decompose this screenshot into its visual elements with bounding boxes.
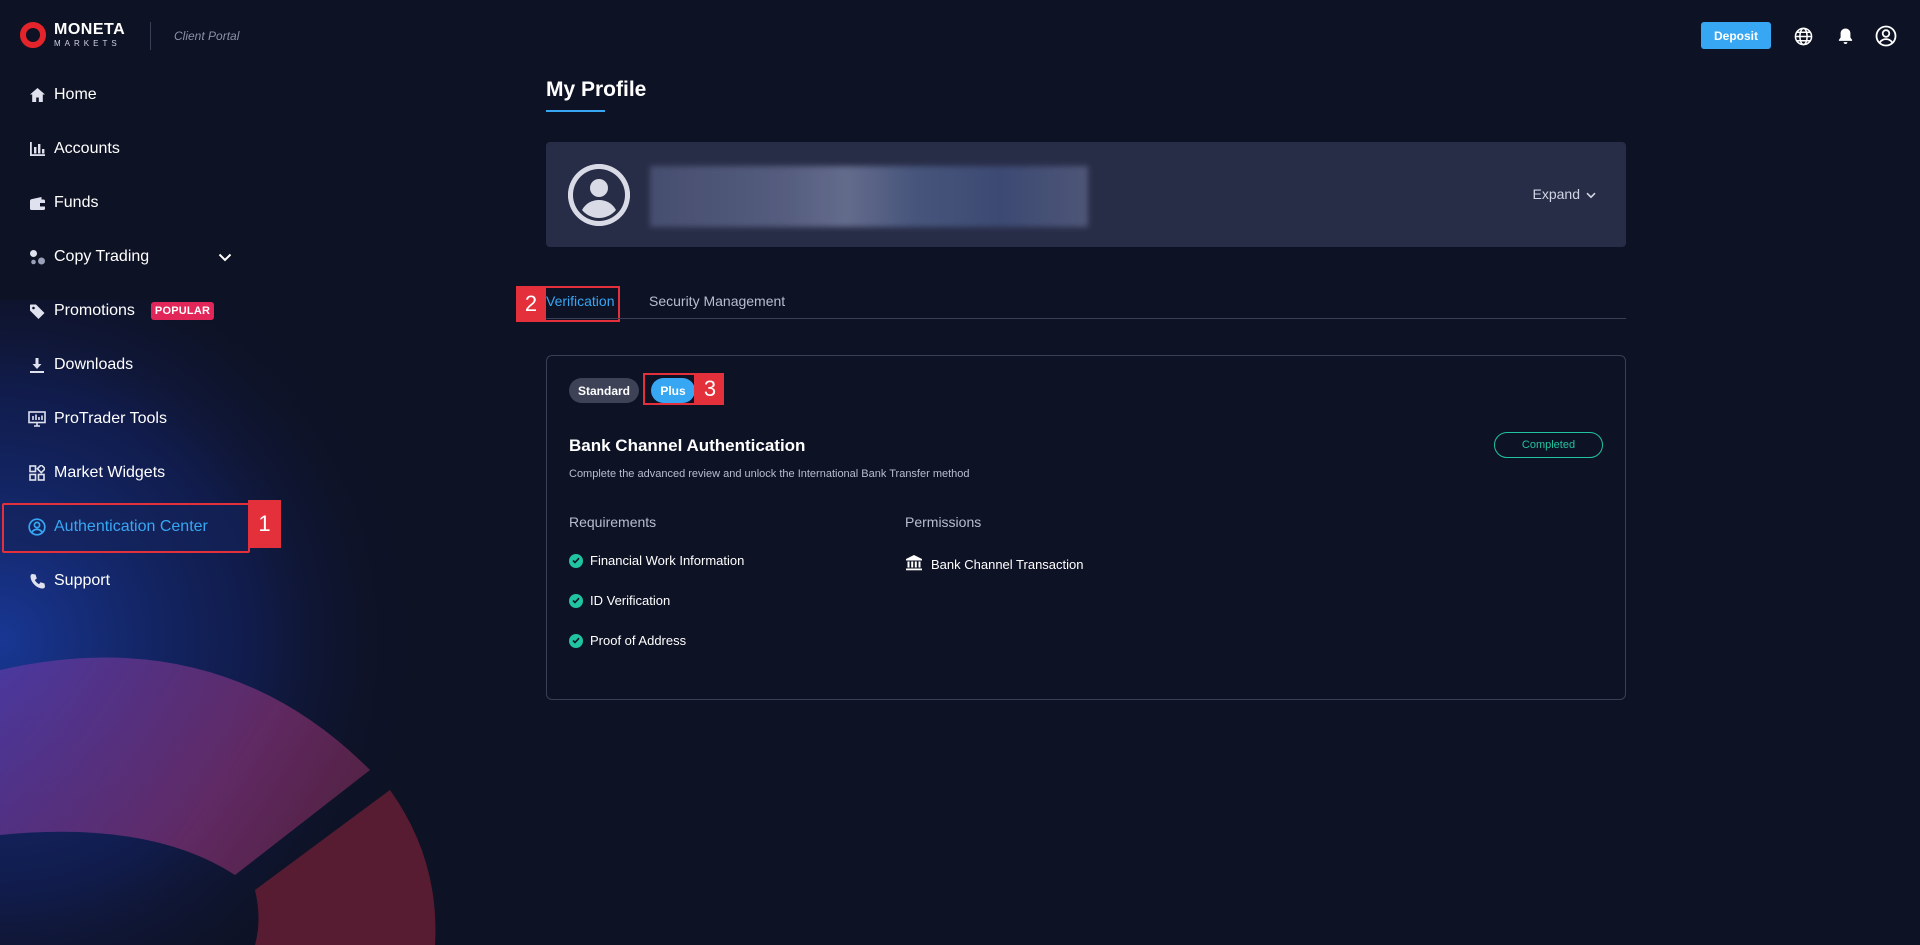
auth-description: Complete the advanced review and unlock … [569, 468, 970, 480]
sidebar-item-label: Accounts [54, 140, 120, 157]
profile-tabs: Verification Security Management [546, 286, 1626, 319]
avatar [568, 164, 630, 226]
sidebar-item-label: Support [54, 572, 111, 589]
copy-trading-icon [28, 248, 46, 266]
sidebar-item-label: Funds [54, 194, 99, 211]
tab-security-management[interactable]: Security Management [649, 293, 785, 309]
logo-mark-icon [20, 22, 46, 48]
requirement-item: Financial Work Information [569, 553, 744, 568]
requirement-item: ID Verification [569, 593, 670, 608]
bar-chart-icon [28, 140, 46, 158]
profile-card: Expand [546, 142, 1626, 247]
permissions-heading: Permissions [905, 514, 982, 530]
sidebar-item-label: Promotions [54, 302, 135, 319]
requirement-item: Proof of Address [569, 633, 686, 648]
requirement-label: ID Verification [590, 593, 671, 608]
sidebar-item-promotions[interactable]: Promotions POPULAR [0, 284, 250, 338]
auth-title: Bank Channel Authentication [569, 436, 806, 455]
sidebar-item-accounts[interactable]: Accounts [0, 122, 250, 176]
bank-icon [905, 554, 923, 574]
verification-card: Standard Plus Bank Channel Authenticatio… [546, 355, 1626, 700]
annotation-marker-1: 1 [248, 500, 281, 548]
status-badge: Completed [1494, 432, 1603, 458]
sidebar-item-market-widgets[interactable]: Market Widgets [0, 446, 250, 500]
page-title: My Profile [546, 78, 647, 101]
sidebar-item-protrader-tools[interactable]: ProTrader Tools [0, 392, 250, 446]
sidebar-item-label: Home [54, 86, 97, 103]
requirement-label: Financial Work Information [590, 553, 745, 568]
deposit-button[interactable]: Deposit [1701, 22, 1771, 49]
brand-logo[interactable]: MONETA MARKETS [20, 22, 125, 48]
chevron-down-icon [1586, 186, 1596, 202]
wallet-icon [28, 194, 46, 212]
annotation-highlight-3 [643, 373, 696, 405]
tag-icon [28, 302, 46, 320]
popular-badge: POPULAR [150, 302, 215, 320]
sidebar-item-authentication-center[interactable]: Authentication Center [0, 500, 250, 554]
permission-item: Bank Channel Transaction [905, 554, 1083, 574]
redacted-profile-info [650, 166, 1088, 227]
sidebar-item-label: Copy Trading [54, 248, 150, 265]
sidebar-item-label: Authentication Center [54, 518, 208, 535]
sidebar-item-downloads[interactable]: Downloads [0, 338, 250, 392]
expand-button[interactable]: Expand [1533, 186, 1596, 202]
chevron-down-icon[interactable] [218, 249, 232, 267]
download-icon [28, 356, 46, 374]
portal-label: Client Portal [174, 29, 240, 43]
sidebar-item-label: ProTrader Tools [54, 410, 167, 427]
title-underline [546, 110, 605, 112]
home-icon [28, 86, 46, 104]
requirements-heading: Requirements [569, 514, 657, 530]
permission-label: Bank Channel Transaction [931, 556, 1084, 572]
tab-verification[interactable]: Verification [546, 293, 614, 309]
user-circle-icon [28, 518, 46, 536]
sidebar-item-copy-trading[interactable]: Copy Trading [0, 230, 250, 284]
sidebar-item-label: Market Widgets [54, 464, 166, 481]
bell-icon[interactable] [1834, 25, 1856, 47]
user-circle-icon[interactable] [1875, 25, 1897, 47]
sidebar-item-funds[interactable]: Funds [0, 176, 250, 230]
globe-icon[interactable] [1792, 25, 1814, 47]
sidebar-item-label: Downloads [54, 356, 134, 373]
brand-name: MONETA [54, 21, 126, 38]
sidebar-item-home[interactable]: Home [0, 68, 250, 122]
phone-icon [28, 572, 46, 590]
expand-label: Expand [1532, 186, 1580, 202]
brand-subname: MARKETS [54, 39, 121, 48]
requirement-label: Proof of Address [590, 633, 687, 648]
level-standard-chip[interactable]: Standard [569, 378, 639, 403]
check-circle-icon [569, 633, 583, 648]
logo-divider [150, 22, 151, 50]
sidebar-nav: Home Accounts Funds Copy Trading Promoti… [0, 68, 250, 608]
widgets-icon [28, 464, 46, 482]
check-circle-icon [569, 553, 583, 568]
monitor-icon [28, 410, 46, 428]
sidebar-item-support[interactable]: Support [0, 554, 250, 608]
check-circle-icon [569, 593, 583, 608]
